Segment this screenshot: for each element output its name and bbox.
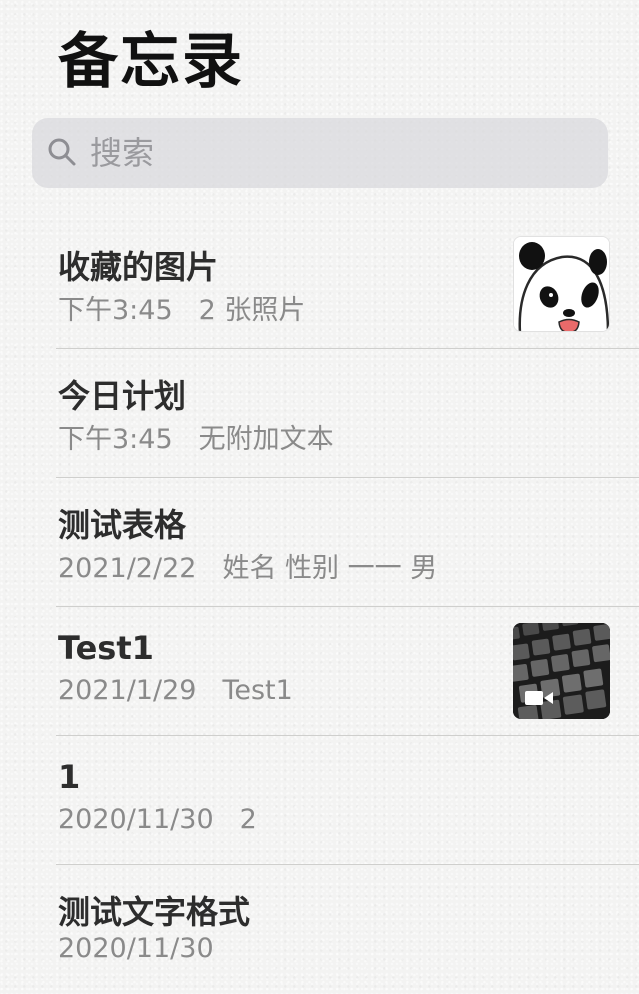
- note-preview: 无附加文本: [198, 424, 334, 455]
- note-item[interactable]: 1 2020/11/30 2: [56, 736, 639, 865]
- note-item[interactable]: 测试文字格式 2020/11/30: [56, 865, 639, 994]
- note-item[interactable]: 今日计划 下午3:45 无附加文本: [56, 349, 639, 478]
- note-preview: Test1: [222, 675, 293, 706]
- note-date: 2020/11/30: [58, 933, 214, 964]
- note-list: 收藏的图片 下午3:45 2 张照片 今日计划 下午3:45 无附加文本 测试表格: [0, 220, 639, 994]
- note-meta: 下午3:45 2 张照片: [58, 288, 305, 327]
- note-title: 测试表格: [58, 506, 187, 544]
- search-input[interactable]: [90, 118, 590, 188]
- note-item[interactable]: Test1 2021/1/29 Test1: [56, 607, 639, 736]
- note-preview: 姓名 性别 一一 男: [222, 553, 438, 584]
- note-date: 2021/2/22: [58, 553, 197, 584]
- note-thumbnail: [513, 236, 610, 332]
- note-date: 2021/1/29: [58, 675, 197, 706]
- note-preview: 2 张照片: [198, 295, 306, 326]
- note-date: 下午3:45: [58, 295, 173, 326]
- search-bar[interactable]: [32, 118, 608, 188]
- note-title: 测试文字格式: [58, 893, 251, 931]
- note-meta: 2021/1/29 Test1: [58, 675, 293, 706]
- note-date: 下午3:45: [58, 424, 173, 455]
- page-title: 备忘录: [58, 27, 244, 97]
- note-item[interactable]: 收藏的图片 下午3:45 2 张照片: [56, 220, 639, 349]
- note-meta: 2020/11/30 2: [58, 804, 257, 835]
- note-meta: 2020/11/30: [58, 933, 240, 964]
- note-meta: 下午3:45 无附加文本: [58, 417, 334, 456]
- note-title: 1: [58, 758, 81, 796]
- note-date: 2020/11/30: [58, 804, 214, 835]
- note-preview: 2: [239, 804, 257, 835]
- note-title: 今日计划: [58, 377, 187, 415]
- search-icon: [48, 138, 76, 166]
- note-meta: 2021/2/22 姓名 性别 一一 男: [58, 546, 437, 585]
- panda-image: [514, 237, 609, 331]
- note-item[interactable]: 测试表格 2021/2/22 姓名 性别 一一 男: [56, 478, 639, 607]
- note-thumbnail: [513, 623, 610, 719]
- keyboard-video: [513, 623, 610, 719]
- note-title: 收藏的图片: [58, 248, 219, 286]
- note-title: Test1: [58, 629, 154, 667]
